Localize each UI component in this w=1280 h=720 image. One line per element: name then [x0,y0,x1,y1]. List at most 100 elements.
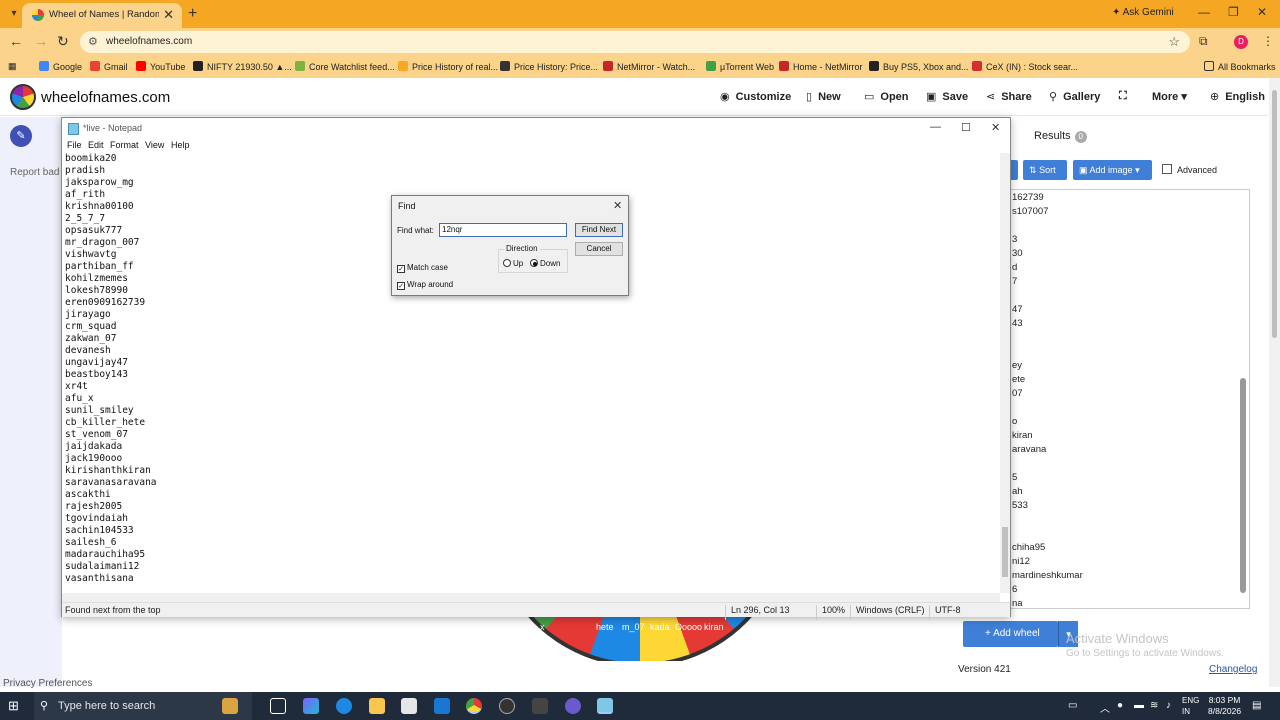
menu-help[interactable]: Help [171,140,190,150]
more-button[interactable]: More ▾ [1152,90,1187,103]
file-explorer-icon[interactable] [369,698,385,714]
text-line[interactable]: devanesh [65,345,111,356]
bookmark-netmirror-home[interactable]: Home - NetMirror [779,61,863,72]
text-line[interactable]: kirishanthkiran [65,465,151,476]
task-view-icon[interactable] [270,698,286,714]
text-line[interactable]: af_rith [65,189,105,200]
text-line[interactable]: xr4t [65,381,88,392]
text-line[interactable]: saravanasaravana [65,477,157,488]
close-window-icon[interactable]: ✕ [1257,5,1267,19]
menu-view[interactable]: View [145,140,164,150]
minimize-icon[interactable]: — [930,121,941,133]
wheel-logo-icon[interactable] [10,84,36,110]
text-line[interactable]: ungavijay47 [65,357,128,368]
save-button[interactable]: ▣ Save [926,90,968,103]
report-bad-link[interactable]: Report bad [10,167,59,178]
bookmark-price-history-2[interactable]: Price History: Price... [500,61,598,72]
entries-textbox[interactable]: 162739 s107007 3 30 d 7 47 43 ey ete 07 o kiran arava… [1010,189,1250,609]
direction-up-radio[interactable]: Up [503,259,523,268]
changelog-link[interactable]: Changelog [1209,664,1257,675]
text-line[interactable]: sunil_smiley [65,405,134,416]
text-line[interactable]: crm_squad [65,321,116,332]
battery-icon[interactable]: ▬ [1134,700,1144,711]
gallery-button[interactable]: ⚲ Gallery [1049,90,1100,103]
apps-icon[interactable]: ▦ [8,61,17,72]
text-line[interactable]: rajesh2005 [65,501,122,512]
windows-start-icon[interactable]: ⊞ [8,698,19,714]
language-indicator[interactable]: ENG IN [1182,695,1199,717]
taskbar-search[interactable]: ⚲ Type here to search [34,692,252,720]
notepad-scrollbar-thumb[interactable] [1002,527,1008,577]
wrap-around-checkbox[interactable]: ✓ Wrap around [397,280,453,290]
text-line[interactable]: jaksparow_mg [65,177,134,188]
tab-results[interactable]: Results 0 [1034,130,1087,143]
text-line[interactable]: mr_dragon_007 [65,237,139,248]
text-line[interactable]: beastboy143 [65,369,128,380]
cancel-button[interactable]: Cancel [575,242,623,256]
bookmark-buy-ps5[interactable]: Buy PS5, Xbox and... [869,61,969,72]
tray-app-icon[interactable]: ▭ [1068,700,1077,711]
text-line[interactable]: jirayago [65,309,111,320]
text-line[interactable]: opsasuk777 [65,225,122,236]
text-line[interactable]: krishna00100 [65,201,134,212]
maximize-icon[interactable]: ☐ [961,121,971,134]
new-button[interactable]: ▯ New [806,90,841,103]
github-icon[interactable] [499,698,515,714]
wifi-icon[interactable]: ≋ [1150,700,1158,711]
back-icon[interactable]: ← [9,33,23,49]
text-line[interactable]: cb_killer_hete [65,417,145,428]
open-button[interactable]: ▭ Open [864,90,909,103]
ask-gemini-button[interactable]: ✦ Ask Gemini [1112,7,1174,18]
text-line[interactable]: zakwan_07 [65,333,116,344]
text-line[interactable]: eren0909162739 [65,297,145,308]
forward-icon[interactable]: → [34,33,48,49]
privacy-preferences-link[interactable]: Privacy Preferences [3,678,92,689]
bookmark-gmail[interactable]: Gmail [90,61,128,72]
share-button[interactable]: ⋖ Share [986,90,1032,103]
entries-scrollbar[interactable] [1240,378,1246,593]
browser-tab[interactable]: Wheel of Names | Random nam ✕ [22,3,182,28]
site-name[interactable]: wheelofnames.com [41,89,170,106]
text-line[interactable]: pradish [65,165,105,176]
text-line[interactable]: afu_x [65,393,94,404]
text-line[interactable]: kohilzmemes [65,273,128,284]
text-line[interactable]: tgovindaiah [65,513,128,524]
text-line[interactable]: parthiban_ff [65,261,134,272]
pencil-icon[interactable]: ✎ [10,125,32,147]
advanced-checkbox[interactable]: Advanced [1162,164,1217,175]
store-icon[interactable] [401,698,417,714]
text-line[interactable]: boomika20 [65,153,116,164]
minimize-icon[interactable]: — [1198,5,1210,19]
bookmark-price-history[interactable]: Price History of real... [398,61,498,72]
add-wheel-button[interactable]: + Add wheel [963,621,1058,647]
sort-button[interactable]: ⇅ Sort [1023,160,1067,180]
bookmark-star-icon[interactable]: ☆ [1168,34,1180,50]
text-line[interactable]: lokesh78990 [65,285,128,296]
notifications-icon[interactable]: ▤ [1252,700,1261,711]
text-line[interactable]: 2_5_7_7 [65,213,105,224]
text-line[interactable]: sachin104533 [65,525,134,536]
bookmark-netmirror-watch[interactable]: NetMirror - Watch... [603,61,695,72]
location-icon[interactable]: ● [1117,700,1123,711]
address-bar[interactable]: ⚙ wheelofnames.com ☆ [80,31,1190,53]
text-line[interactable]: vasanthisana [65,573,134,584]
language-button[interactable]: ⊕ English [1210,90,1265,103]
direction-down-radio[interactable]: Down [530,259,560,268]
notepad-titlebar[interactable]: *live - Notepad — ☐ ✕ [62,118,1010,140]
text-line[interactable]: ascakthi [65,489,111,500]
reload-icon[interactable]: ↻ [57,33,69,50]
tab-close-icon[interactable]: ✕ [163,7,174,23]
match-case-checkbox[interactable]: ✓ Match case [397,263,448,273]
customize-button[interactable]: ◉ Customize [720,90,791,103]
bookmark-utorrent[interactable]: µTorrent Web [706,61,774,72]
profile-avatar[interactable]: D [1234,35,1248,49]
menu-file[interactable]: File [67,140,82,150]
terminal-icon[interactable] [532,698,548,714]
text-line[interactable]: vishwavtg [65,249,116,260]
maximize-icon[interactable]: ❐ [1228,5,1239,19]
text-line[interactable]: st_venom_07 [65,429,128,440]
text-line[interactable]: sailesh_6 [65,537,116,548]
text-line[interactable]: madarauchiha95 [65,549,145,560]
notepad-horizontal-scrollbar[interactable] [62,593,1000,602]
copilot-icon[interactable] [303,698,319,714]
